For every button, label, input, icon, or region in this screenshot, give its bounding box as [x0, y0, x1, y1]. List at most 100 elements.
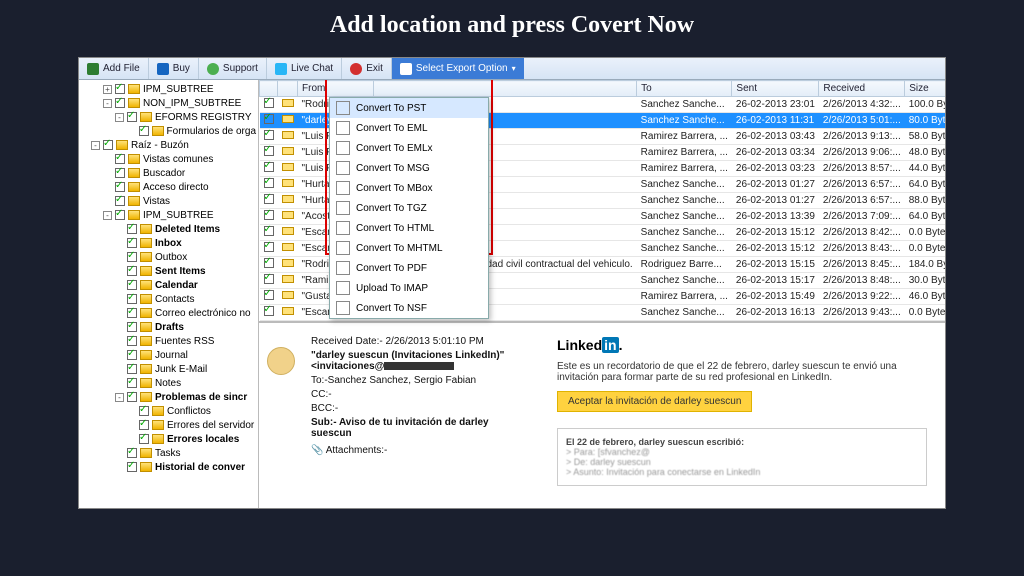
col-check[interactable] — [260, 81, 278, 97]
checkbox[interactable] — [115, 168, 125, 178]
tree-item[interactable]: Historial de conver — [79, 460, 258, 474]
tree-item[interactable]: -EFORMS REGISTRY — [79, 110, 258, 124]
tree-item[interactable]: Contacts — [79, 292, 258, 306]
toggle-icon[interactable]: - — [103, 99, 112, 108]
tree-item[interactable]: -NON_IPM_SUBTREE — [79, 96, 258, 110]
checkbox[interactable] — [127, 462, 137, 472]
add-file-button[interactable]: Add File — [79, 58, 149, 79]
checkbox[interactable] — [127, 378, 137, 388]
col-subject[interactable] — [374, 81, 637, 97]
checkbox[interactable] — [127, 322, 137, 332]
checkbox[interactable] — [127, 112, 137, 122]
checkbox[interactable] — [127, 266, 137, 276]
row-checkbox[interactable] — [260, 193, 278, 209]
row-checkbox[interactable] — [260, 289, 278, 305]
checkbox[interactable] — [127, 336, 137, 346]
export-option[interactable]: Convert To NSF — [330, 298, 488, 318]
tree-item[interactable]: +IPM_SUBTREE — [79, 82, 258, 96]
tree-item[interactable]: Errores del servidor — [79, 418, 258, 432]
tree-item[interactable]: Formularios de orga — [79, 124, 258, 138]
col-received[interactable]: Received — [819, 81, 905, 97]
checkbox[interactable] — [115, 196, 125, 206]
toggle-icon[interactable]: - — [115, 113, 124, 122]
tree-item[interactable]: Acceso directo — [79, 180, 258, 194]
row-checkbox[interactable] — [260, 273, 278, 289]
folder-tree[interactable]: +IPM_SUBTREE-NON_IPM_SUBTREE-EFORMS REGI… — [79, 80, 259, 508]
toggle-icon[interactable]: - — [103, 211, 112, 220]
accept-invitation-button[interactable]: Aceptar la invitación de darley suescun — [557, 391, 752, 412]
col-sent[interactable]: Sent — [732, 81, 819, 97]
checkbox[interactable] — [139, 434, 149, 444]
checkbox[interactable] — [115, 84, 125, 94]
tree-item[interactable]: -Raíz - Buzón — [79, 138, 258, 152]
tree-item[interactable]: Junk E-Mail — [79, 362, 258, 376]
support-button[interactable]: Support — [199, 58, 267, 79]
export-option[interactable]: Convert To EML — [330, 118, 488, 138]
row-checkbox[interactable] — [260, 97, 278, 113]
select-export-option-button[interactable]: Select Export Option▾ — [392, 58, 524, 79]
tree-item[interactable]: Errores locales — [79, 432, 258, 446]
tree-item[interactable]: Calendar — [79, 278, 258, 292]
checkbox[interactable] — [115, 182, 125, 192]
checkbox[interactable] — [115, 98, 125, 108]
tree-item[interactable]: Drafts — [79, 320, 258, 334]
row-checkbox[interactable] — [260, 209, 278, 225]
tree-item[interactable]: Correo electrónico no — [79, 306, 258, 320]
toggle-icon[interactable]: - — [91, 141, 100, 150]
toggle-icon[interactable]: - — [115, 393, 124, 402]
checkbox[interactable] — [127, 224, 137, 234]
checkbox[interactable] — [127, 392, 137, 402]
export-dropdown[interactable]: Convert To PSTConvert To EMLConvert To E… — [329, 97, 489, 319]
live-chat-button[interactable]: Live Chat — [267, 58, 342, 79]
checkbox[interactable] — [115, 154, 125, 164]
export-option[interactable]: Convert To MHTML — [330, 238, 488, 258]
export-option[interactable]: Upload To IMAP — [330, 278, 488, 298]
tree-item[interactable]: Tasks — [79, 446, 258, 460]
buy-button[interactable]: Buy — [149, 58, 199, 79]
exit-button[interactable]: Exit — [342, 58, 392, 79]
row-checkbox[interactable] — [260, 257, 278, 273]
row-checkbox[interactable] — [260, 129, 278, 145]
checkbox[interactable] — [139, 406, 149, 416]
checkbox[interactable] — [127, 308, 137, 318]
col-from[interactable]: From — [298, 81, 374, 97]
checkbox[interactable] — [127, 364, 137, 374]
export-option[interactable]: Convert To TGZ — [330, 198, 488, 218]
toggle-icon[interactable]: + — [103, 85, 112, 94]
tree-item[interactable]: Conflictos — [79, 404, 258, 418]
checkbox[interactable] — [115, 210, 125, 220]
export-option[interactable]: Convert To MBox — [330, 178, 488, 198]
export-option[interactable]: Convert To HTML — [330, 218, 488, 238]
checkbox[interactable] — [127, 280, 137, 290]
tree-item[interactable]: Sent Items — [79, 264, 258, 278]
checkbox[interactable] — [139, 420, 149, 430]
row-checkbox[interactable] — [260, 113, 278, 129]
row-checkbox[interactable] — [260, 177, 278, 193]
checkbox[interactable] — [127, 252, 137, 262]
row-checkbox[interactable] — [260, 161, 278, 177]
tree-item[interactable]: Inbox — [79, 236, 258, 250]
export-option[interactable]: Convert To PST — [330, 98, 488, 118]
col-size[interactable]: Size — [905, 81, 945, 97]
checkbox[interactable] — [127, 350, 137, 360]
col-to[interactable]: To — [637, 81, 732, 97]
checkbox[interactable] — [127, 238, 137, 248]
tree-item[interactable]: -Problemas de sincr — [79, 390, 258, 404]
export-option[interactable]: Convert To PDF — [330, 258, 488, 278]
tree-item[interactable]: Notes — [79, 376, 258, 390]
checkbox[interactable] — [139, 126, 149, 136]
tree-item[interactable]: Deleted Items — [79, 222, 258, 236]
tree-item[interactable]: Outbox — [79, 250, 258, 264]
checkbox[interactable] — [103, 140, 113, 150]
tree-item[interactable]: -IPM_SUBTREE — [79, 208, 258, 222]
col-mail-icon[interactable] — [278, 81, 298, 97]
checkbox[interactable] — [127, 448, 137, 458]
tree-item[interactable]: Vistas comunes — [79, 152, 258, 166]
row-checkbox[interactable] — [260, 145, 278, 161]
export-option[interactable]: Convert To MSG — [330, 158, 488, 178]
row-checkbox[interactable] — [260, 241, 278, 257]
tree-item[interactable]: Buscador — [79, 166, 258, 180]
checkbox[interactable] — [127, 294, 137, 304]
tree-item[interactable]: Journal — [79, 348, 258, 362]
row-checkbox[interactable] — [260, 305, 278, 321]
